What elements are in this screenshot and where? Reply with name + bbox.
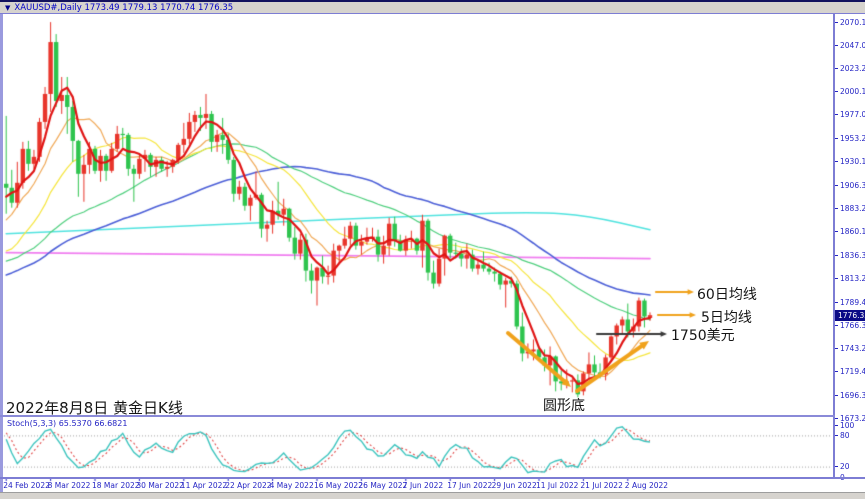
date-axis[interactable]: 24 Feb 20228 Mar 202218 Mar 202230 Mar 2… [0,479,833,492]
date-axis-label: 29 Jun 2022 [492,481,537,490]
price-axis-label: 1836.30 [835,251,865,260]
price-1750-annotation-label: 1750美元 [671,325,735,345]
stoch-panel-bottom-border [0,477,865,479]
current-price-badge: 1776.35 [835,310,865,321]
window-bottom-bar [0,492,865,499]
price-axis-border [833,14,835,479]
date-axis-label: 11 Apr 2022 [181,481,227,490]
date-axis-label: 17 Jun 2022 [447,481,492,490]
date-axis-label: 16 May 2022 [314,481,363,490]
price-axis-label: 1766.30 [835,321,865,330]
ma5-annotation-label: 5日均线 [701,307,752,327]
stoch-axis-label: 80 [835,431,850,440]
price-axis-label: 1953.20 [835,134,865,143]
date-axis-label: 24 Feb 2022 [3,481,50,490]
date-axis-label: 8 Mar 2022 [48,481,91,490]
date-axis-label: 4 May 2022 [270,481,314,490]
price-axis-label: 1743.20 [835,344,865,353]
price-axis-label: 1930.10 [835,157,865,166]
price-axis-label: 1977.00 [835,110,865,119]
price-axis-label: 1696.30 [835,391,865,400]
ma60-annotation-label: 60日均线 [697,284,757,304]
stoch-indicator-label: Stoch(5,3,3) 65.5370 66.6821 [7,419,127,428]
date-axis-label: 21 Jul 2022 [580,481,622,490]
price-axis-label: 2047.00 [835,41,865,50]
stoch-axis-label: 100 [835,421,854,430]
price-axis[interactable]: 2070.10 2047.00 2023.20 2000.10 1977.00 1953.… [835,14,865,477]
date-axis-label: 26 May 2022 [358,481,407,490]
price-axis-label: 2070.10 [835,18,865,27]
panel-separator[interactable] [0,415,835,417]
date-axis-label: 30 Mar 2022 [136,481,184,490]
collapse-icon[interactable]: ▼ [5,2,10,14]
chart-window: ▼ XAUUSD#,Daily 1773.49 1779.13 1770.74 1… [0,0,865,499]
price-axis-label: 2023.20 [835,64,865,73]
chart-title-bar: ▼ XAUUSD#,Daily 1773.49 1779.13 1770.74 1… [0,2,865,14]
chart-title: XAUUSD#,Daily 1773.49 1779.13 1770.74 17… [14,3,233,13]
stoch-axis-label: 20 [835,462,850,471]
price-axis-label: 1906.30 [835,181,865,190]
date-axis-label: 2 Aug 2022 [625,481,668,490]
chart-canvas[interactable] [0,0,865,499]
price-axis-label: 2000.10 [835,87,865,96]
price-axis-label: 1789.40 [835,298,865,307]
price-axis-label: 1860.10 [835,227,865,236]
date-axis-label: 18 Mar 2022 [92,481,140,490]
price-axis-label: 1813.20 [835,274,865,283]
date-axis-label: 11 Jul 2022 [536,481,578,490]
price-axis-label: 1719.40 [835,367,865,376]
window-left-border [0,14,3,492]
round-bottom-annotation-label: 圆形底 [543,395,585,415]
date-axis-label: 22 Apr 2022 [225,481,271,490]
price-axis-label: 1883.20 [835,204,865,213]
date-axis-label: 7 Jun 2022 [403,481,443,490]
